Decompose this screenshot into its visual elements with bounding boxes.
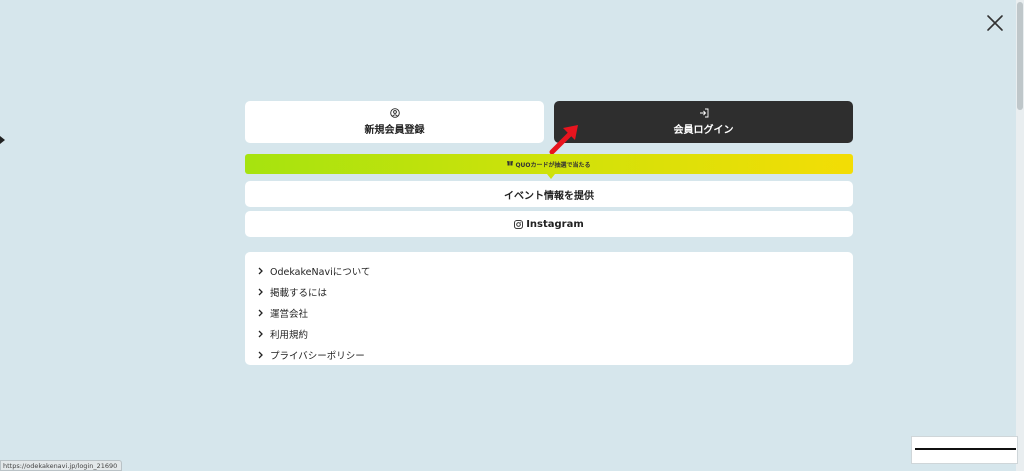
footer-links-panel: OdekakeNaviについて 掲載するには 運営会社 利用規約 プライバシーポ… <box>245 252 853 365</box>
link-label: 利用規約 <box>270 329 309 341</box>
gift-icon <box>507 160 514 168</box>
chevron-right-icon <box>258 309 263 316</box>
instagram-button[interactable]: Instagram <box>245 211 853 237</box>
link-company[interactable]: 運営会社 <box>257 302 853 323</box>
register-label: 新規会員登録 <box>364 125 425 136</box>
close-icon <box>987 15 1003 31</box>
edge-arrow-icon <box>0 129 5 144</box>
instagram-label: Instagram <box>526 218 584 230</box>
register-button[interactable]: 新規会員登録 <box>245 101 544 143</box>
link-label: OdekakeNaviについて <box>270 266 371 278</box>
corner-widget-bar <box>915 448 1016 450</box>
instagram-icon <box>514 219 524 229</box>
link-listing[interactable]: 掲載するには <box>257 281 853 302</box>
chevron-right-icon <box>258 288 263 295</box>
link-label: 掲載するには <box>270 287 328 299</box>
banner-text: QUOカードが抽選で当たる <box>515 161 591 169</box>
link-label: 運営会社 <box>270 308 309 320</box>
chevron-right-icon <box>258 351 263 358</box>
chevron-right-icon <box>258 267 263 274</box>
scrollbar[interactable] <box>1016 0 1024 471</box>
scrollbar-thumb[interactable] <box>1017 2 1023 110</box>
banner-pointer <box>547 174 555 179</box>
user-circle-icon <box>389 108 400 118</box>
chevron-right-icon <box>258 330 263 337</box>
login-icon <box>699 108 708 118</box>
status-url: https://odekakenavi.jp/login_21690 <box>0 460 123 471</box>
event-info-label: イベント情報を提供 <box>504 190 594 202</box>
event-info-button[interactable]: イベント情報を提供 <box>245 181 853 207</box>
close-button[interactable] <box>984 12 1006 34</box>
corner-widget[interactable] <box>911 436 1018 464</box>
link-about[interactable]: OdekakeNaviについて <box>257 260 853 281</box>
login-label: 会員ログイン <box>673 125 734 136</box>
link-privacy[interactable]: プライバシーポリシー <box>257 344 853 365</box>
link-label: プライバシーポリシー <box>270 350 365 362</box>
quo-card-banner[interactable]: QUOカードが抽選で当たる <box>245 154 853 174</box>
login-button[interactable]: 会員ログイン <box>554 101 853 143</box>
link-terms[interactable]: 利用規約 <box>257 323 853 344</box>
